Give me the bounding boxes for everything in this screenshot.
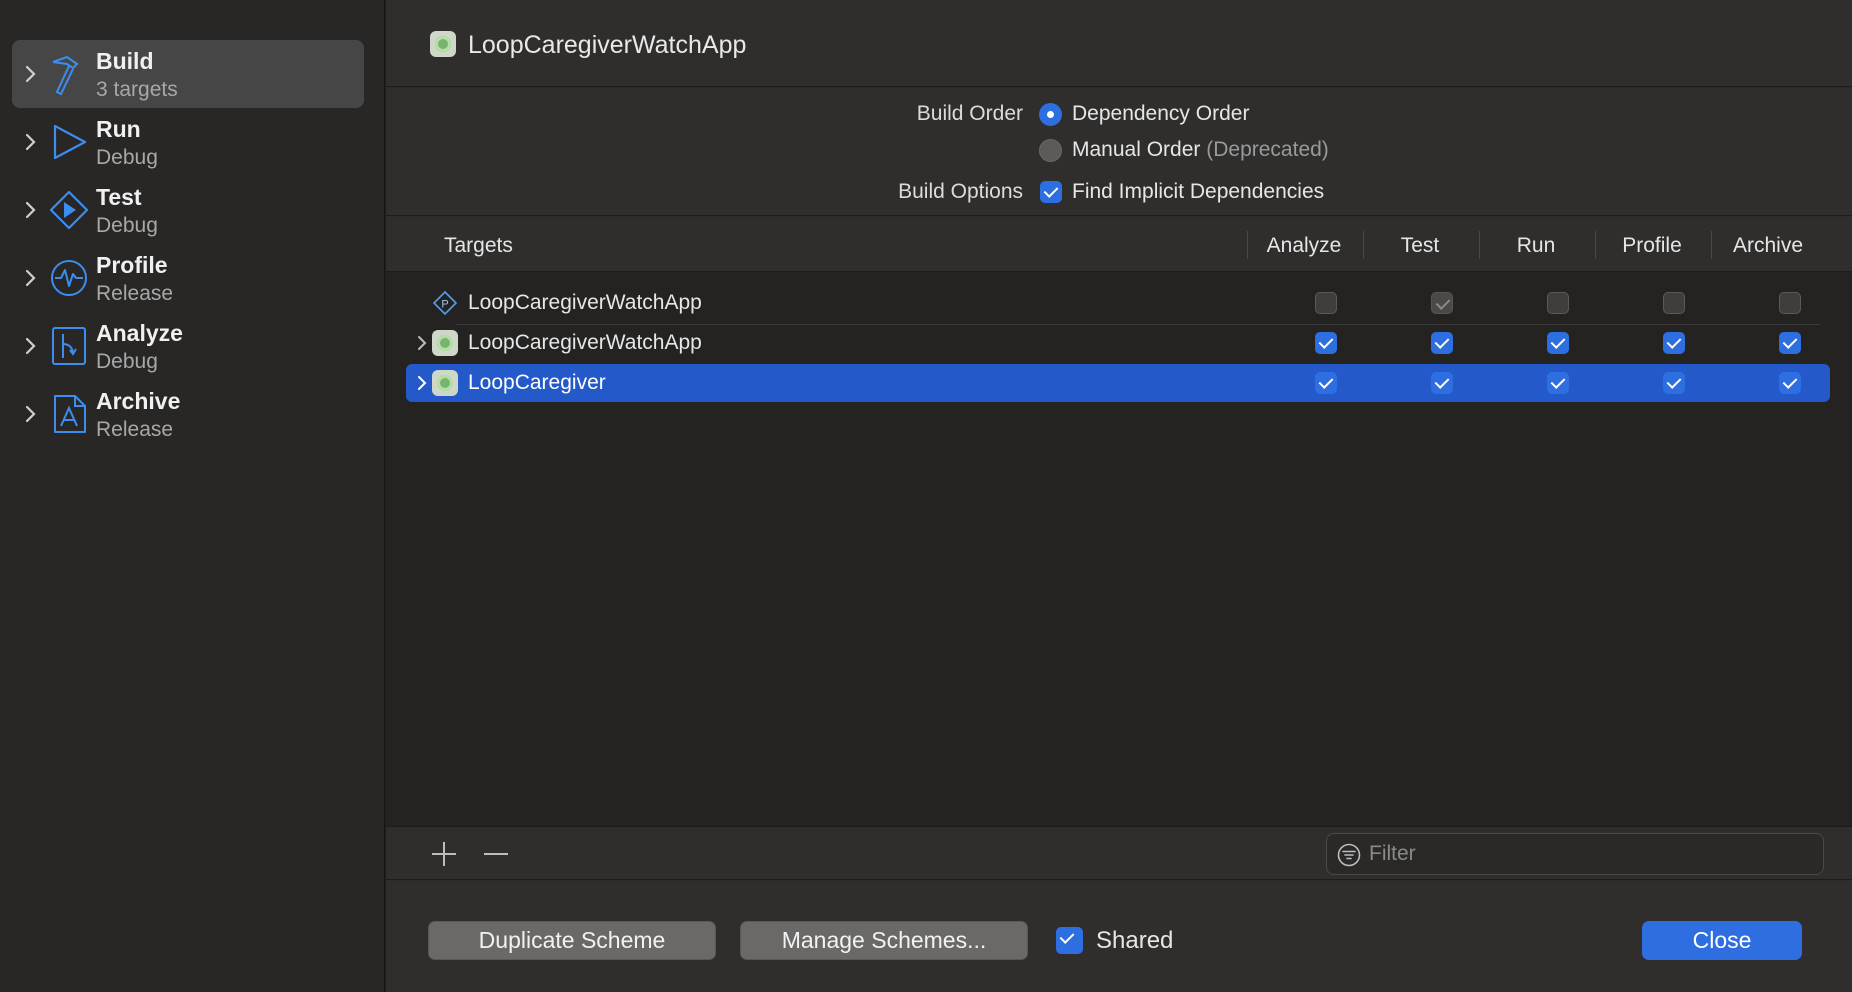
table-footer	[386, 826, 1852, 880]
chevron-right-icon[interactable]	[416, 334, 428, 352]
app-icon	[432, 330, 458, 356]
page-title: LoopCaregiverWatchApp	[468, 31, 747, 59]
run-checkbox[interactable]	[1547, 372, 1569, 394]
build-order-label: Build Order	[916, 102, 1023, 125]
find-implicit-dependencies-checkbox[interactable]	[1040, 181, 1062, 203]
sidebar-item-title: Build	[96, 48, 154, 74]
manual-order-label[interactable]: Manual Order (Deprecated)	[1072, 138, 1329, 162]
test-checkbox[interactable]	[1431, 332, 1453, 354]
sidebar-item-subtitle: Debug	[96, 146, 158, 169]
manual-order-radio[interactable]	[1039, 139, 1062, 162]
table-row[interactable]: LoopCaregiverWatchApp	[406, 324, 1830, 362]
profile-checkbox[interactable]	[1663, 332, 1685, 354]
chevron-right-icon[interactable]	[24, 404, 38, 424]
sidebar-item-analyze[interactable]: Analyze Debug	[12, 312, 364, 380]
chevron-right-icon[interactable]	[24, 336, 38, 356]
test-diamond-icon	[49, 190, 89, 230]
chevron-right-icon[interactable]	[24, 64, 38, 84]
app-icon	[432, 370, 458, 396]
sidebar-item-build[interactable]: Build 3 targets	[12, 40, 364, 108]
build-options-panel: Build Order Dependency Order Manual Orde…	[386, 88, 1852, 216]
sidebar-item-title: Test	[96, 184, 142, 210]
table-header: Targets Analyze Test Run Profile Archive	[386, 217, 1852, 272]
test-checkbox[interactable]	[1431, 292, 1453, 314]
play-icon	[53, 124, 87, 160]
scheme-action-sidebar: Build 3 targets Run Debug Test Debug Pro…	[0, 0, 385, 992]
target-name: LoopCaregiverWatchApp	[468, 291, 702, 314]
archive-icon	[54, 395, 86, 433]
run-checkbox[interactable]	[1547, 292, 1569, 314]
shared-checkbox[interactable]	[1056, 927, 1083, 954]
find-implicit-dependencies-label[interactable]: Find Implicit Dependencies	[1072, 180, 1324, 204]
test-checkbox[interactable]	[1431, 372, 1453, 394]
sidebar-item-archive[interactable]: Archive Release	[12, 380, 364, 448]
bottom-bar: Duplicate Scheme Manage Schemes... Share…	[386, 881, 1852, 992]
column-header-test[interactable]: Test	[1362, 234, 1478, 258]
remove-target-button[interactable]	[481, 839, 511, 869]
sidebar-item-profile[interactable]: Profile Release	[12, 244, 364, 312]
chevron-right-icon[interactable]	[24, 268, 38, 288]
sidebar-item-subtitle: Debug	[96, 214, 158, 237]
column-header-run[interactable]: Run	[1478, 234, 1594, 258]
deprecated-note: (Deprecated)	[1206, 138, 1329, 161]
sidebar-item-title: Archive	[96, 388, 181, 414]
scheme-title-bar: LoopCaregiverWatchApp	[386, 0, 1852, 87]
filter-input[interactable]	[1369, 840, 1809, 868]
profile-checkbox[interactable]	[1663, 372, 1685, 394]
chevron-right-icon[interactable]	[416, 374, 428, 392]
close-button[interactable]: Close	[1642, 921, 1802, 960]
dependency-order-label[interactable]: Dependency Order	[1072, 102, 1249, 126]
analyze-checkbox[interactable]	[1315, 332, 1337, 354]
svg-text:P: P	[441, 299, 448, 311]
sidebar-item-subtitle: 3 targets	[96, 78, 178, 101]
chevron-right-icon[interactable]	[24, 200, 38, 220]
manual-order-text: Manual Order	[1072, 138, 1201, 161]
sidebar-item-title: Profile	[96, 252, 168, 278]
sidebar-item-title: Run	[96, 116, 141, 142]
shared-label[interactable]: Shared	[1096, 927, 1173, 955]
build-options-label: Build Options	[898, 180, 1023, 203]
app-icon	[430, 31, 456, 57]
sidebar-item-subtitle: Debug	[96, 350, 158, 373]
filter-icon	[1337, 843, 1361, 867]
target-name: LoopCaregiverWatchApp	[468, 331, 702, 354]
dependency-order-radio[interactable]	[1039, 103, 1062, 126]
target-name: LoopCaregiver	[468, 371, 606, 394]
filter-field[interactable]	[1326, 833, 1824, 875]
sidebar-item-run[interactable]: Run Debug	[12, 108, 364, 176]
waveform-icon	[51, 260, 87, 296]
add-target-button[interactable]	[429, 839, 459, 869]
profile-checkbox[interactable]	[1663, 292, 1685, 314]
table-row[interactable]: LoopCaregiver	[406, 364, 1830, 402]
scheme-editor-main: LoopCaregiverWatchApp Build Order Depend…	[386, 0, 1852, 992]
archive-checkbox[interactable]	[1779, 372, 1801, 394]
column-header-analyze[interactable]: Analyze	[1246, 234, 1362, 258]
analyze-checkbox[interactable]	[1315, 292, 1337, 314]
hammer-icon	[52, 55, 79, 96]
archive-checkbox[interactable]	[1779, 292, 1801, 314]
sidebar-item-title: Analyze	[96, 320, 183, 346]
analyze-checkbox[interactable]	[1315, 372, 1337, 394]
sidebar-item-subtitle: Release	[96, 418, 174, 441]
column-header-archive[interactable]: Archive	[1710, 234, 1826, 258]
targets-table: Targets Analyze Test Run Profile Archive…	[386, 217, 1852, 827]
chevron-right-icon[interactable]	[24, 132, 38, 152]
branch-icon	[52, 327, 86, 365]
column-header-targets[interactable]: Targets	[444, 234, 513, 258]
run-checkbox[interactable]	[1547, 332, 1569, 354]
archive-checkbox[interactable]	[1779, 332, 1801, 354]
table-row[interactable]: P LoopCaregiverWatchApp	[406, 284, 1830, 325]
duplicate-scheme-button[interactable]: Duplicate Scheme	[428, 921, 716, 960]
column-header-profile[interactable]: Profile	[1594, 234, 1710, 258]
sidebar-item-subtitle: Release	[96, 282, 174, 305]
manage-schemes-button[interactable]: Manage Schemes...	[740, 921, 1028, 960]
sidebar-item-test[interactable]: Test Debug	[12, 176, 364, 244]
package-icon: P	[432, 290, 458, 316]
